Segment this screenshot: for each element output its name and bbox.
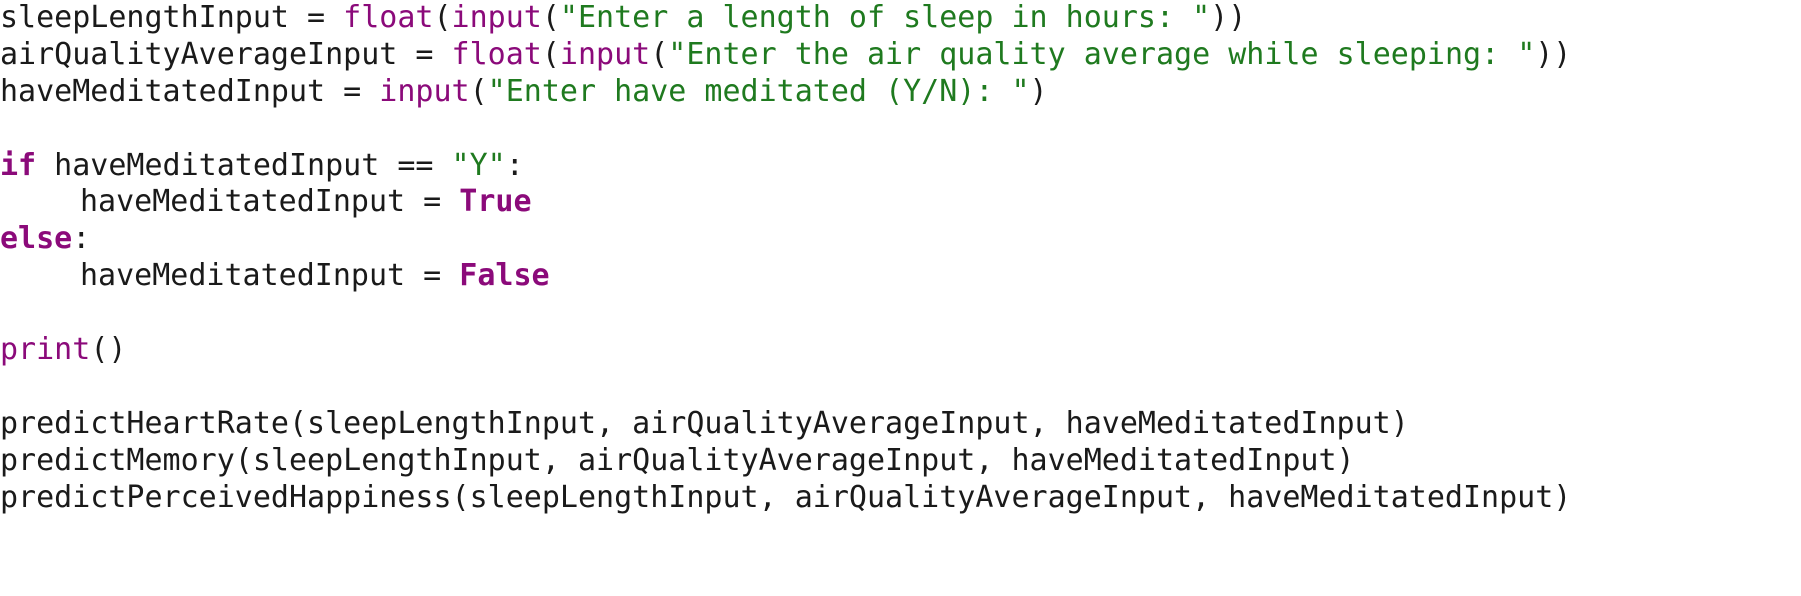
- string-literal: "Enter a length of sleep in hours: ": [559, 0, 1211, 35]
- variable-name: haveMeditatedInput: [80, 258, 406, 294]
- string-literal: "Enter have meditated (Y/N): ": [487, 73, 1030, 109]
- paren: (: [469, 73, 488, 109]
- code-line-8: haveMeditatedInput = False: [0, 258, 1801, 295]
- assign-operator: =: [397, 36, 452, 72]
- code-editor[interactable]: sleepLengthInput = float(input("Enter a …: [0, 0, 1801, 596]
- colon: :: [72, 221, 91, 257]
- variable-name: sleepLengthInput: [0, 0, 289, 35]
- builtin-function: print: [0, 332, 91, 368]
- function-call: predictPerceivedHappiness(sleepLengthInp…: [0, 479, 1572, 515]
- variable-name: airQualityAverageInput: [0, 36, 398, 72]
- keyword-false: False: [459, 258, 550, 294]
- paren: )): [1535, 36, 1572, 72]
- paren: ): [1029, 73, 1048, 109]
- keyword-true: True: [459, 184, 532, 220]
- code-line-3: haveMeditatedInput = input("Enter have m…: [0, 74, 1801, 111]
- code-line-14: predictPerceivedHappiness(sleepLengthInp…: [0, 480, 1801, 517]
- code-line-10: print(): [0, 332, 1801, 369]
- code-line-7: else:: [0, 221, 1801, 258]
- string-literal: "Enter the air quality average while sle…: [668, 36, 1536, 72]
- keyword-if: if: [0, 147, 37, 183]
- variable-name: haveMeditatedInput: [0, 73, 326, 109]
- builtin-function: input: [559, 36, 651, 72]
- paren: (: [433, 0, 452, 35]
- string-literal: "Y": [451, 147, 506, 183]
- builtin-function: float: [343, 0, 434, 35]
- code-line-5: if haveMeditatedInput == "Y":: [0, 148, 1801, 185]
- paren: (: [541, 36, 560, 72]
- assign-operator: =: [405, 258, 460, 294]
- variable-name: haveMeditatedInput: [80, 184, 406, 220]
- function-call: predictMemory(sleepLengthInput, airQuali…: [0, 442, 1355, 478]
- function-call: predictHeartRate(sleepLengthInput, airQu…: [0, 405, 1409, 441]
- paren: (: [541, 0, 560, 35]
- builtin-function: float: [451, 36, 542, 72]
- assign-operator: =: [325, 73, 380, 109]
- paren: (): [90, 332, 127, 368]
- code-line-13: predictMemory(sleepLengthInput, airQuali…: [0, 443, 1801, 480]
- builtin-function: input: [451, 0, 542, 35]
- assign-operator: =: [288, 0, 344, 35]
- keyword-else: else: [0, 221, 73, 257]
- paren: (: [650, 36, 669, 72]
- builtin-function: input: [379, 73, 470, 109]
- assign-operator: =: [405, 184, 460, 220]
- code-line-12: predictHeartRate(sleepLengthInput, airQu…: [0, 406, 1801, 443]
- paren: )): [1210, 0, 1247, 35]
- code-line-6: haveMeditatedInput = True: [0, 184, 1801, 221]
- code-line-2: airQualityAverageInput = float(input("En…: [0, 37, 1801, 74]
- condition-text: haveMeditatedInput ==: [36, 147, 452, 183]
- code-line-1: sleepLengthInput = float(input("Enter a …: [0, 0, 1801, 37]
- colon: :: [505, 147, 524, 183]
